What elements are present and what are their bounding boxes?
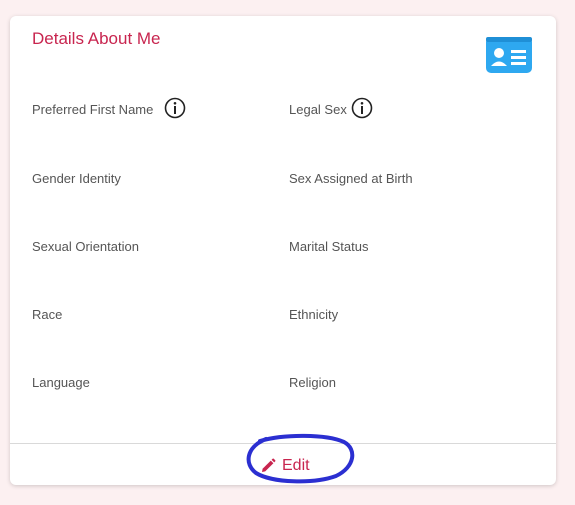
card-footer-divider [10, 443, 556, 444]
field-label-religion: Religion [289, 375, 336, 390]
edit-button[interactable]: Edit [260, 453, 340, 479]
field-label-legal-sex: Legal Sex [289, 102, 347, 117]
field-label-race: Race [32, 307, 63, 322]
info-icon[interactable] [164, 97, 186, 119]
field-label-sexual-orientation: Sexual Orientation [32, 239, 139, 254]
field-label-ethnicity: Ethnicity [289, 307, 339, 322]
id-card-icon [486, 37, 532, 73]
field-label-sex-assigned-at-birth: Sex Assigned at Birth [289, 171, 413, 186]
details-about-me-card: Details About Me Preferred First Name Le… [10, 16, 556, 485]
info-icon[interactable] [351, 97, 373, 119]
field-label-gender-identity: Gender Identity [32, 171, 121, 186]
pencil-icon [262, 458, 276, 472]
field-label-preferred-first-name: Preferred First Name [32, 102, 154, 117]
field-label-language: Language [32, 375, 90, 390]
field-label-marital-status: Marital Status [289, 239, 369, 254]
edit-button-label: Edit [282, 457, 310, 474]
card-title: Details About Me [32, 29, 161, 48]
